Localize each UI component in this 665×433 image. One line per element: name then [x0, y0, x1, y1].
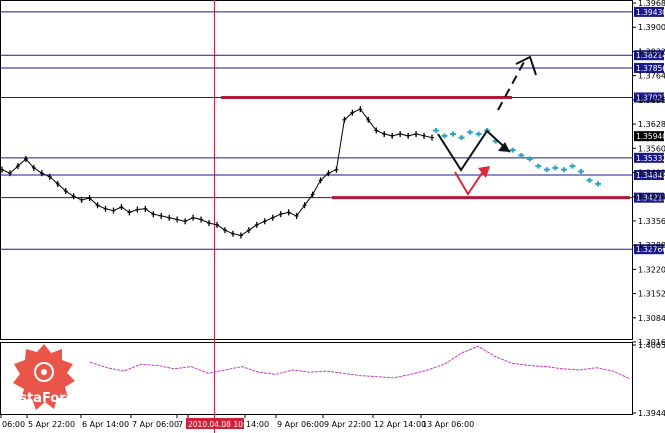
x-tick-label: 5 Apr 22:00 [28, 420, 75, 429]
x-tick-label: 06:00 [2, 420, 25, 429]
x-tick-label: 13 Apr 06:00 [422, 420, 474, 429]
indicator-tick-label: 1.40052 [638, 341, 665, 350]
x-tick-label: 12 Apr 14:00 [374, 420, 426, 429]
forex-chart: 1.394301.382141.378561.370271.353321.348… [0, 0, 665, 433]
x-tick-label: 9 Apr 22:00 [324, 420, 371, 429]
level-label: 1.35332 [636, 154, 665, 163]
indicator-plot-frame [0, 342, 633, 415]
y-tick-label: 1.38320 [638, 47, 665, 56]
y-tick-label: 1.31520 [638, 290, 665, 299]
y-tick-label: 1.33560 [638, 217, 665, 226]
level-label: 1.39430 [636, 8, 665, 17]
y-tick-label: 1.30840 [638, 314, 665, 323]
y-tick-label: 1.34240 [638, 193, 665, 202]
main-plot-frame [0, 0, 633, 340]
x-tick-label: 9 Apr 06:00 [277, 420, 324, 429]
y-tick-label: 1.37640 [638, 72, 665, 81]
y-tick-label: 1.34920 [638, 169, 665, 178]
y-tick-label: 1.32880 [638, 241, 665, 250]
x-axis: 06:00 5 Apr 22:00 6 Apr 14:00 7 Apr 06:007 2… [0, 414, 474, 429]
last-price-label: 1.35940 [636, 132, 665, 141]
y-tick-label: 1.39000 [638, 23, 665, 32]
x-tick-label: 6 Apr 14:00 [82, 420, 129, 429]
y-tick-label: 1.32200 [638, 265, 665, 274]
x-tick-label: 14:00 [246, 420, 269, 429]
x-tick-label: 7 [178, 420, 183, 429]
y-tick-label: 1.39680 [638, 0, 665, 8]
x-tick-label: 7 Apr 06:00 [132, 420, 179, 429]
y-tick-label: 1.36280 [638, 120, 665, 129]
indicator-tick-label: 1.39447 [638, 409, 665, 418]
y-tick-label: 1.36960 [638, 96, 665, 105]
y-tick-label: 1.35600 [638, 144, 665, 153]
indicator-y-axis: 1.40052 1.39447 [632, 341, 665, 418]
brand-name: InstaForex [5, 391, 83, 406]
